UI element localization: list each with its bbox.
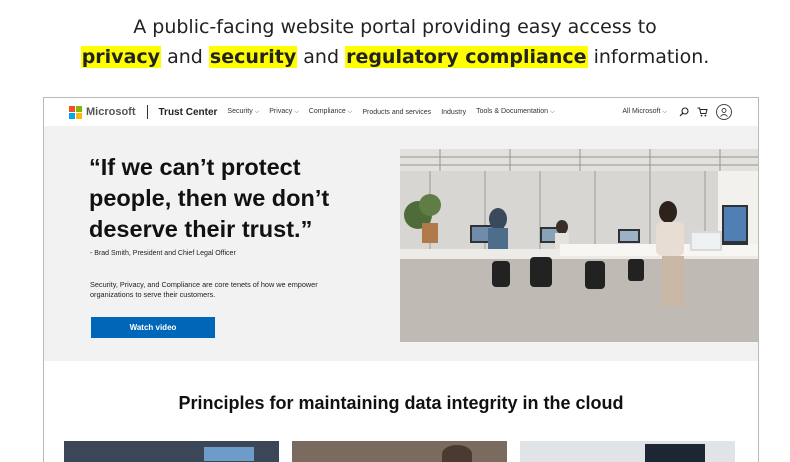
office-photo-illustration [400,149,758,342]
all-microsoft-label: All Microsoft [622,108,661,115]
microsoft-logo[interactable]: Microsoft [69,105,136,119]
chevron-down-icon: ⌵ [550,109,555,115]
chevron-down-icon: ⌵ [662,109,667,115]
logo-square [76,105,82,112]
hero-section: “If we can’t protect people, then we don… [44,126,758,361]
hero-description: Security, Privacy, and Compliance are co… [90,280,318,299]
search-icon[interactable] [679,107,689,117]
principle-card-image-1 [64,441,279,462]
chevron-down-icon: ⌵ [347,109,353,115]
logo-text: Microsoft [86,106,136,118]
principles-heading: Principles for maintaining data integrit… [178,392,624,413]
slide-caption: A public-facing website portal providing… [0,12,790,72]
principle-card-image-3 [520,441,735,462]
nav-item-label: Industry [441,108,467,116]
keyword-regulatory-compliance: regulatory compliance [345,46,588,68]
logo-square [69,112,75,119]
logo-square [76,112,82,119]
nav-item-label: Compliance [308,108,346,115]
nav-item-products-and-services[interactable]: Products and services [362,109,431,116]
chevron-down-icon: ⌵ [294,109,299,115]
all-microsoft-menu[interactable]: All Microsoft ⌵ [622,108,667,116]
nav-item-label: Security [227,108,253,115]
account-icon[interactable] [716,104,732,120]
nav-item-security[interactable]: Security ⌵ [227,108,259,116]
caption-and-1: and [167,46,203,68]
quote-attribution: - Brad Smith, President and Chief Legal … [90,250,236,257]
nav-item-industry[interactable]: Industry [441,109,466,116]
keyword-privacy: privacy [80,46,162,68]
caption-line-2: privacy and security and regulatory comp… [0,42,790,72]
microsoft-logo-icon [69,105,82,119]
caption-line-1: A public-facing website portal providing… [133,16,657,38]
hero-office-image [400,149,758,342]
nav-item-compliance[interactable]: Compliance ⌵ [309,108,353,116]
caption-and-2: and [303,46,340,68]
website-screenshot: Microsoft Trust Center Security ⌵ Privacy ⌵… [43,97,759,462]
principle-card-image-2 [292,441,507,462]
nav-item-privacy[interactable]: Privacy ⌵ [269,108,299,116]
trust-center-link[interactable]: Trust Center [159,107,218,118]
chevron-down-icon: ⌵ [254,109,260,115]
nav-divider [146,105,148,119]
nav-item-label: Privacy [269,108,293,115]
cart-icon[interactable] [697,107,708,117]
watch-video-button[interactable]: Watch video [91,317,215,338]
nav-item-tools-documentation[interactable]: Tools & Documentation ⌵ [476,108,555,116]
keyword-security: security [208,46,298,68]
caption-tail: information. [593,46,710,68]
top-navigation: Microsoft Trust Center Security ⌵ Privacy ⌵… [44,98,758,126]
nav-item-label: Tools & Documentation [476,108,549,115]
nav-right: All Microsoft ⌵ [622,98,732,126]
nav-item-label: Products and services [362,108,432,116]
hero-quote: “If we can’t protect people, then we don… [89,154,330,242]
nav-menu: Security ⌵ Privacy ⌵ Compliance ⌵ Products and… [227,108,564,116]
logo-square [69,105,75,112]
